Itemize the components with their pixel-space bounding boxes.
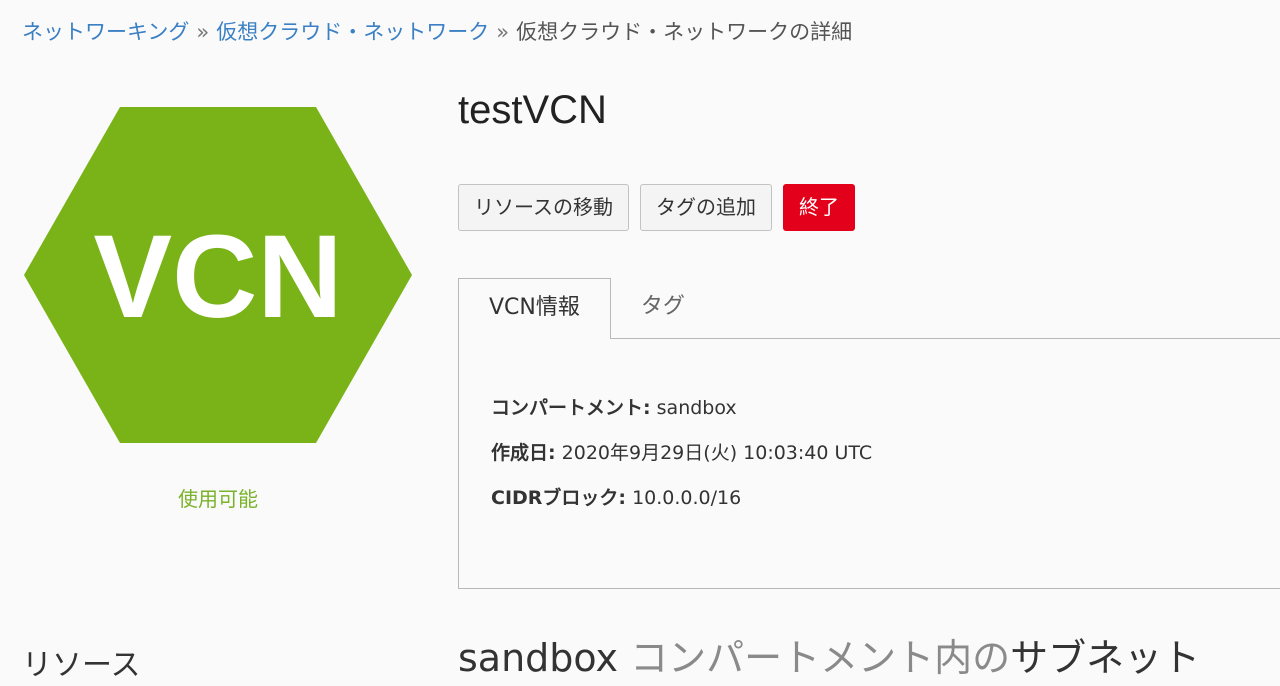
vcn-info-panel: コンパートメント: sandbox 作成日: 2020年9月29日(火) 10:… xyxy=(458,338,1280,589)
add-tags-button[interactable]: タグの追加 xyxy=(640,184,772,231)
cidr-value: 10.0.0.0/16 xyxy=(632,487,742,509)
breadcrumb-link-networking[interactable]: ネットワーキング xyxy=(22,20,189,44)
info-row-cidr: CIDRブロック: 10.0.0.0/16 xyxy=(491,485,741,511)
move-resource-button[interactable]: リソースの移動 xyxy=(458,184,629,231)
compartment-value: sandbox xyxy=(656,397,737,419)
breadcrumb-separator: » xyxy=(496,20,510,44)
subnet-heading-subnets: サブネット xyxy=(1010,636,1201,680)
created-value: 2020年9月29日(火) 10:03:40 UTC xyxy=(561,442,873,464)
action-toolbar: リソースの移動 タグの追加 終了 xyxy=(458,184,855,231)
detail-tabs: VCN情報 タグ xyxy=(458,278,715,339)
subnet-heading-compartment: sandbox xyxy=(458,636,618,680)
breadcrumb-link-vcn-list[interactable]: 仮想クラウド・ネットワーク xyxy=(216,20,489,44)
cidr-label: CIDRブロック: xyxy=(491,487,627,509)
breadcrumb-separator: » xyxy=(196,20,210,44)
tab-vcn-information[interactable]: VCN情報 xyxy=(458,278,611,339)
page-title: testVCN xyxy=(458,88,607,132)
resources-heading: リソース xyxy=(22,648,141,683)
hexagon-label: VCN xyxy=(93,211,342,343)
info-row-created: 作成日: 2020年9月29日(火) 10:03:40 UTC xyxy=(491,440,872,466)
compartment-label: コンパートメント: xyxy=(491,397,651,419)
breadcrumb-current: 仮想クラウド・ネットワークの詳細 xyxy=(516,20,853,44)
vcn-hexagon-icon: VCN xyxy=(22,105,414,445)
lifecycle-status: 使用可能 xyxy=(178,487,258,511)
subnet-heading-middle: コンパートメント内の xyxy=(630,636,1011,680)
tab-tags[interactable]: タグ xyxy=(611,278,715,339)
info-row-compartment: コンパートメント: sandbox xyxy=(491,395,737,421)
subnets-section-heading: sandbox コンパートメント内のサブネット xyxy=(458,634,1200,682)
breadcrumb: ネットワーキング» 仮想クラウド・ネットワーク» 仮想クラウド・ネットワークの詳細 xyxy=(22,17,852,47)
terminate-button[interactable]: 終了 xyxy=(783,184,855,231)
created-label: 作成日: xyxy=(491,442,556,464)
